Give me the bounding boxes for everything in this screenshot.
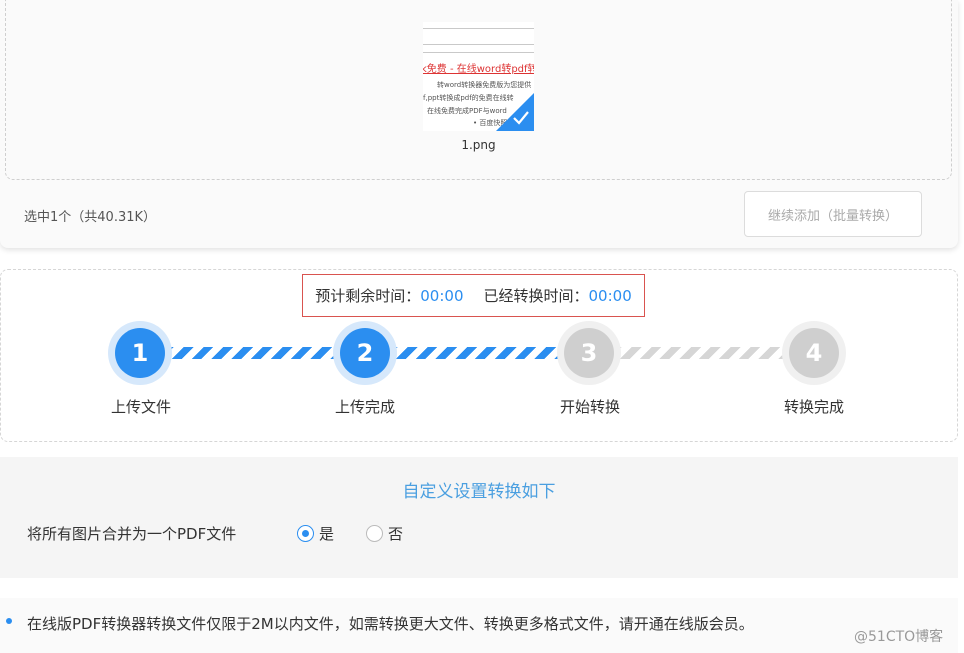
file-drop-zone[interactable]: k免费 - 在线word转pdf转 转word转换器免费版为您提供 f,ppt转… bbox=[5, 0, 952, 180]
step-3-indicator: 3 bbox=[557, 321, 621, 385]
step-3-label: 开始转换 bbox=[559, 398, 620, 416]
radio-yes-label: 是 bbox=[319, 525, 335, 543]
step-number: 1 bbox=[115, 328, 165, 378]
radio-yes[interactable]: 是 bbox=[297, 523, 334, 544]
bullet-icon bbox=[6, 618, 12, 624]
step-1-label: 上传文件 bbox=[110, 398, 171, 416]
radio-checked-icon[interactable] bbox=[297, 525, 314, 542]
thumbnail-title: k免费 - 在线word转pdf转 bbox=[423, 64, 534, 75]
remaining-time-value: 00:00 bbox=[420, 286, 464, 305]
step-1-indicator: 1 bbox=[108, 321, 172, 385]
step-number: 4 bbox=[789, 328, 839, 378]
elapsed-time-value: 00:00 bbox=[588, 286, 632, 305]
file-name: 1.png bbox=[461, 138, 496, 152]
notice-text: 在线版PDF转换器转换文件仅限于2M以内文件，如需转换更大文件、转换更多格式文件… bbox=[27, 615, 754, 633]
step-number: 3 bbox=[564, 328, 614, 378]
step-number: 2 bbox=[340, 328, 390, 378]
merge-pdf-label: 将所有图片合并为一个PDF文件 bbox=[27, 525, 237, 543]
notice-bar: 在线版PDF转换器转换文件仅限于2M以内文件，如需转换更大文件、转换更多格式文件… bbox=[0, 598, 958, 653]
timer-box: 预计剩余时间： 00:00 已经转换时间： 00:00 bbox=[302, 274, 645, 317]
step-2-indicator: 2 bbox=[333, 321, 397, 385]
settings-title: 自定义设置转换如下 bbox=[402, 482, 556, 502]
checkmark-icon bbox=[513, 111, 529, 125]
thumbnail-text: 转word转换器免费版为您提供 bbox=[437, 81, 532, 89]
elapsed-time-label: 已经转换时间： bbox=[483, 287, 589, 305]
step-4-indicator: 4 bbox=[782, 321, 846, 385]
add-more-button[interactable]: 继续添加（批量转换） bbox=[744, 191, 922, 237]
watermark: @51CTO博客 bbox=[854, 629, 944, 645]
radio-no[interactable]: 否 bbox=[366, 523, 403, 544]
progress-connector-3-4 bbox=[614, 347, 788, 359]
settings-panel: 自定义设置转换如下 将所有图片合并为一个PDF文件 是 否 bbox=[0, 457, 958, 578]
progress-connector-2-3 bbox=[390, 347, 564, 359]
remaining-time-label: 预计剩余时间： bbox=[315, 287, 421, 305]
step-2-label: 上传完成 bbox=[334, 398, 395, 416]
selected-count: 选中1个（共40.31K） bbox=[24, 210, 157, 225]
upload-card: k免费 - 在线word转pdf转 转word转换器免费版为您提供 f,ppt转… bbox=[0, 0, 958, 248]
thumbnail-text: 在线免费完成PDF与word bbox=[427, 107, 507, 115]
progress-connector-1-2 bbox=[166, 347, 340, 359]
radio-no-label: 否 bbox=[388, 525, 404, 543]
step-4-label: 转换完成 bbox=[783, 398, 844, 416]
file-thumbnail[interactable]: k免费 - 在线word转pdf转 转word转换器免费版为您提供 f,ppt转… bbox=[423, 22, 534, 131]
radio-unchecked-icon[interactable] bbox=[366, 525, 383, 542]
